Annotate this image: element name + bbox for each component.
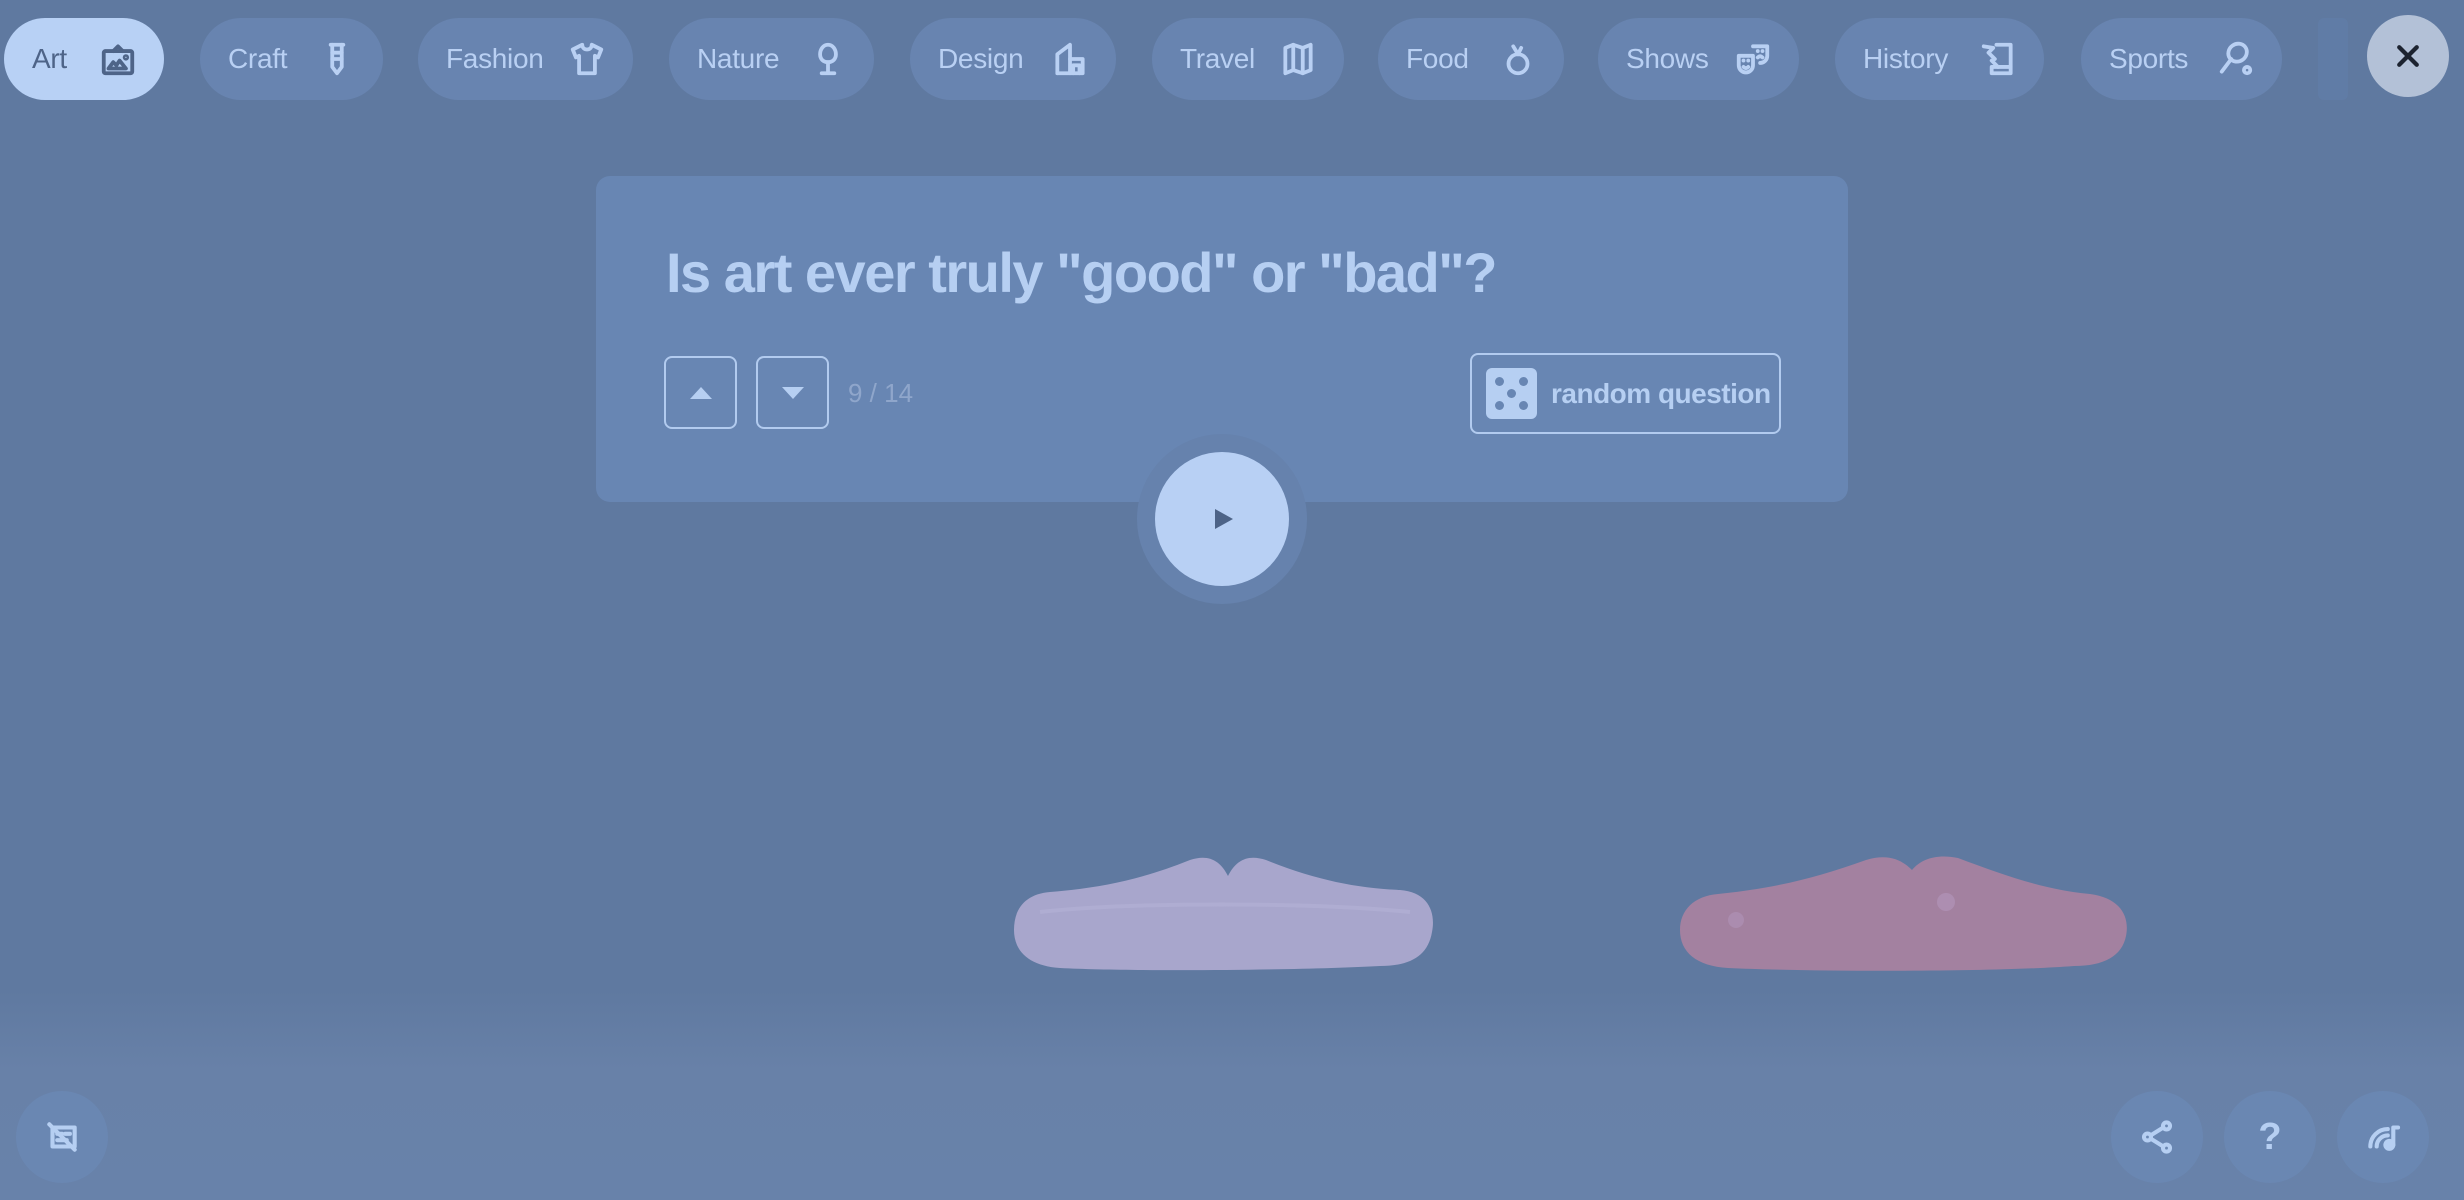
category-label: Craft bbox=[228, 43, 288, 74]
random-question-label: random question bbox=[1551, 377, 1771, 409]
dice-icon bbox=[1486, 368, 1537, 419]
category-label: History bbox=[1863, 43, 1949, 74]
speaker-lips-right bbox=[1680, 856, 2127, 971]
previous-question-button[interactable] bbox=[664, 356, 737, 429]
tennis-racket-icon bbox=[2216, 39, 2256, 79]
tree-icon bbox=[808, 39, 848, 79]
category-chip-nature[interactable]: Nature bbox=[669, 18, 874, 100]
category-chip-fashion[interactable]: Fashion bbox=[418, 18, 633, 100]
category-label: Sports bbox=[2109, 43, 2189, 74]
framed-picture-icon bbox=[98, 39, 138, 79]
close-button[interactable] bbox=[2367, 15, 2449, 97]
lips-right-shape bbox=[1680, 856, 2127, 971]
captions-off-icon bbox=[47, 1122, 77, 1152]
building-icon bbox=[1050, 39, 1090, 79]
random-question-button[interactable]: random question bbox=[1470, 353, 1781, 434]
play-icon bbox=[1215, 509, 1233, 529]
question-title: Is art ever truly "good" or "bad"? bbox=[666, 241, 1498, 304]
category-chip-sports[interactable]: Sports bbox=[2081, 18, 2282, 100]
share-icon bbox=[2141, 1120, 2173, 1154]
theater-masks-icon bbox=[1733, 39, 1773, 79]
category-scroll-fade bbox=[2318, 18, 2348, 100]
category-chip-food[interactable]: Food bbox=[1378, 18, 1564, 100]
screw-icon bbox=[317, 39, 357, 79]
music-button[interactable] bbox=[2337, 1091, 2429, 1183]
category-label: Food bbox=[1406, 43, 1469, 74]
category-chip-design[interactable]: Design bbox=[910, 18, 1116, 100]
speaker-lips-left bbox=[1014, 857, 1433, 971]
help-button[interactable]: ? bbox=[2224, 1091, 2316, 1183]
category-chip-travel[interactable]: Travel bbox=[1152, 18, 1344, 100]
category-label: Shows bbox=[1626, 43, 1709, 74]
scroll-quill-icon bbox=[1978, 39, 2018, 79]
captions-toggle-button[interactable] bbox=[16, 1091, 108, 1183]
lips-right-highlight bbox=[1937, 893, 1955, 911]
category-label: Fashion bbox=[446, 43, 544, 74]
apple-icon bbox=[1498, 39, 1538, 79]
lips-left-shape bbox=[1014, 857, 1433, 971]
category-chip-shows[interactable]: Shows bbox=[1598, 18, 1799, 100]
map-icon bbox=[1278, 39, 1318, 79]
share-button[interactable] bbox=[2111, 1091, 2203, 1183]
lips-right-highlight bbox=[1728, 912, 1744, 928]
next-question-button[interactable] bbox=[756, 356, 829, 429]
close-icon bbox=[2397, 45, 2419, 67]
t-shirt-icon bbox=[567, 39, 607, 79]
music-broadcast-icon bbox=[2368, 1125, 2401, 1151]
category-chip-art[interactable]: Art bbox=[4, 18, 164, 100]
play-button[interactable] bbox=[1155, 452, 1289, 586]
category-label: Nature bbox=[697, 43, 780, 74]
category-chip-craft[interactable]: Craft bbox=[200, 18, 383, 100]
triangle-up-icon bbox=[689, 386, 712, 399]
question-counter: 9 / 14 bbox=[848, 378, 914, 408]
category-label: Art bbox=[32, 43, 67, 74]
triangle-down-icon bbox=[781, 386, 804, 399]
category-label: Design bbox=[938, 43, 1024, 74]
category-label: Travel bbox=[1180, 43, 1255, 74]
category-chip-history[interactable]: History bbox=[1835, 18, 2044, 100]
help-icon: ? bbox=[2258, 1115, 2282, 1158]
